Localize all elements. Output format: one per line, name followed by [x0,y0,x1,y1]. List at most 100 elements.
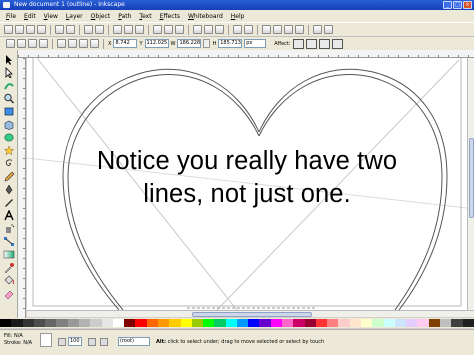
preferences-icon[interactable] [313,25,322,34]
palette-swatch[interactable] [451,319,463,327]
palette-swatch[interactable] [214,319,226,327]
rotate-ccw-icon[interactable] [6,39,15,48]
palette-swatch[interactable] [11,319,23,327]
visibility-eye-icon[interactable] [88,338,96,346]
vertical-scroll-thumb[interactable] [469,138,474,218]
zoom-page-icon[interactable] [175,25,184,34]
palette-swatch[interactable] [270,319,283,327]
spray-tool-icon[interactable] [3,223,15,234]
import-icon[interactable] [55,25,64,34]
palette-swatch[interactable] [124,319,136,327]
raise-icon[interactable] [68,39,77,48]
palette-swatch[interactable] [203,319,215,327]
undo-icon[interactable] [84,25,93,34]
menu-layer[interactable]: Layer [66,13,83,20]
palette-swatch[interactable] [101,319,113,327]
palette-swatch[interactable] [135,319,147,327]
palette-swatch[interactable] [394,319,407,327]
units-select[interactable]: px [244,39,267,48]
text-tool-icon[interactable] [3,210,15,221]
vertical-scrollbar[interactable] [467,58,474,310]
lock-layer-icon[interactable] [100,338,108,346]
copy-icon[interactable] [113,25,122,34]
paint-bucket-tool-icon[interactable] [3,275,15,286]
vertical-ruler[interactable] [18,58,26,318]
palette-swatch[interactable] [225,319,237,327]
palette-swatch[interactable] [180,319,192,327]
palette-swatch[interactable] [78,319,91,327]
palette-swatch[interactable] [428,319,440,327]
print-icon[interactable] [37,25,46,34]
palette-swatch[interactable] [56,319,68,327]
fill-stroke-icon[interactable] [262,25,271,34]
new-document-icon[interactable] [4,25,13,34]
3d-box-tool-icon[interactable] [3,119,15,130]
clone-icon[interactable] [204,25,213,34]
zoom-drawing-icon[interactable] [164,25,173,34]
pencil-tool-icon[interactable] [3,171,15,182]
group-icon[interactable] [233,25,242,34]
ungroup-icon[interactable] [244,25,253,34]
menu-path[interactable]: Path [118,13,131,20]
menu-view[interactable]: View [44,13,58,20]
palette-swatch[interactable] [236,319,249,327]
lock-icon[interactable] [203,39,211,48]
export-icon[interactable] [66,25,75,34]
tweak-tool-icon[interactable] [3,80,15,91]
unlink-clone-icon[interactable] [215,25,224,34]
palette-swatch[interactable] [439,319,452,327]
palette-swatch[interactable] [0,319,12,327]
text-font-icon[interactable] [273,25,282,34]
horizontal-scrollbar[interactable] [27,310,474,317]
menu-effects[interactable]: Effects [160,13,180,20]
palette-swatch[interactable] [293,319,305,327]
calligraphy-tool-icon[interactable] [3,197,15,208]
palette-swatch[interactable] [248,319,260,327]
palette-swatch[interactable] [372,319,384,327]
menu-whiteboard[interactable]: Whiteboard [188,13,223,20]
palette-swatch[interactable] [191,319,204,327]
stroke-value[interactable]: N/A [23,340,32,346]
palette-swatch[interactable] [406,319,418,327]
palette-swatch[interactable] [338,319,350,327]
scale-stroke-icon[interactable] [292,38,304,49]
paste-icon[interactable] [135,25,144,34]
palette-swatch[interactable] [417,319,429,327]
dropper-tool-icon[interactable] [3,262,15,273]
redo-icon[interactable] [95,25,104,34]
palette-swatch[interactable] [383,319,395,327]
fill-value[interactable]: N/A [14,333,23,339]
style-swatch[interactable] [40,333,52,347]
menu-object[interactable]: Object [91,13,111,20]
spiral-tool-icon[interactable] [3,158,15,169]
palette-swatch[interactable] [67,319,79,327]
pen-tool-icon[interactable] [3,184,15,195]
selector-tool-icon[interactable] [3,54,15,65]
transform-gradients-icon[interactable] [318,38,330,49]
align-distribute-icon[interactable] [295,25,304,34]
width-field[interactable]: 186.228 [177,39,202,48]
flip-horizontal-icon[interactable] [28,39,37,48]
palette-swatch[interactable] [349,319,361,327]
transform-patterns-icon[interactable] [331,38,343,49]
horizontal-scroll-thumb[interactable] [192,312,312,317]
palette-swatch[interactable] [462,319,474,327]
xml-editor-icon[interactable] [284,25,293,34]
menu-file[interactable]: File [6,13,16,20]
minimize-button[interactable]: _ [443,1,452,9]
palette-swatch[interactable] [304,319,316,327]
palette-swatch[interactable] [282,319,294,327]
opacity-field[interactable]: 100 [68,337,82,346]
connector-tool-icon[interactable] [3,236,15,247]
palette-swatch[interactable] [315,319,328,327]
flip-vertical-icon[interactable] [39,39,48,48]
rectangle-tool-icon[interactable] [3,106,15,117]
menu-help[interactable]: Help [231,13,245,20]
zoom-selection-icon[interactable] [153,25,162,34]
eraser-tool-icon[interactable] [3,288,15,299]
palette-swatch[interactable] [146,319,158,327]
close-button[interactable]: × [463,1,472,9]
horizontal-ruler[interactable] [18,50,474,58]
palette-swatch[interactable] [327,319,339,327]
palette-swatch[interactable] [169,319,181,327]
